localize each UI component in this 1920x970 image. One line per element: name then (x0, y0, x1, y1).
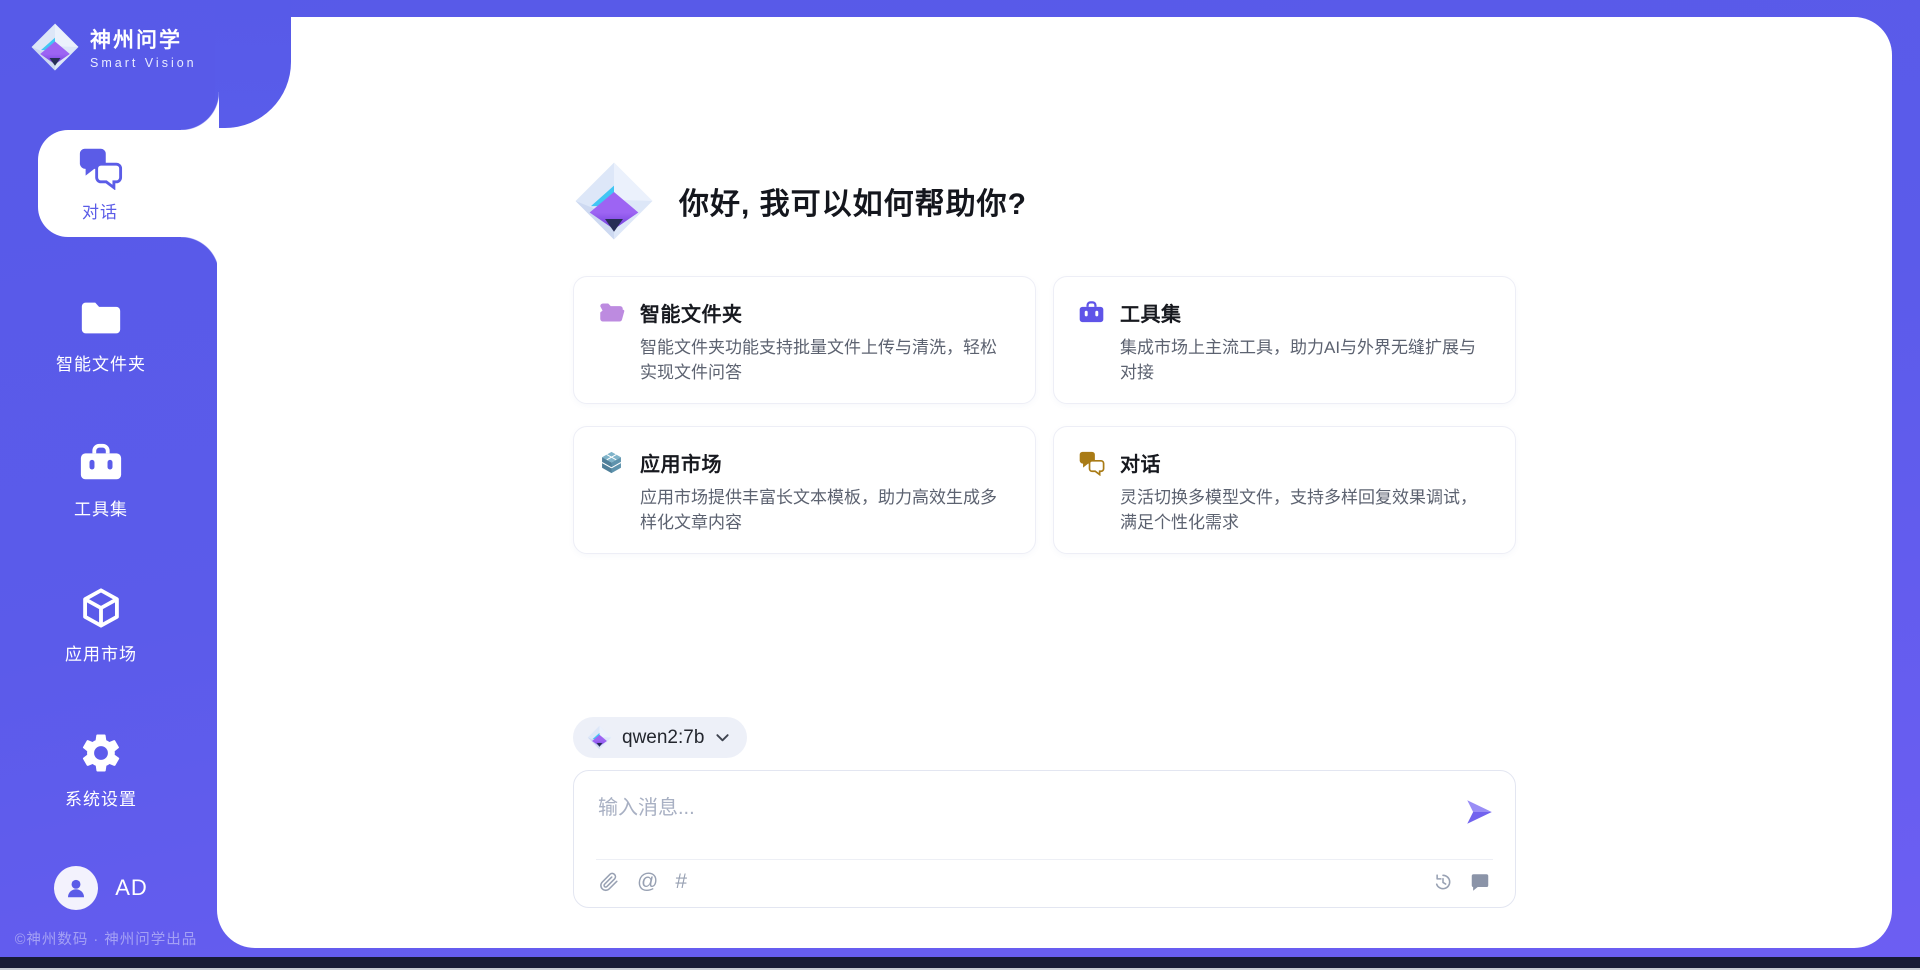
user-profile[interactable]: AD (0, 866, 202, 910)
sidebar-item-label: 应用市场 (65, 640, 137, 665)
card-description: 应用市场提供丰富长文本模板，助力高效生成多样化文章内容 (640, 486, 1011, 535)
card-head: 工具集 (1078, 298, 1491, 327)
toolbox-icon (78, 440, 124, 486)
sidebar-item-settings[interactable]: 系统设置 (0, 730, 202, 810)
sidebar-item-chat-inner: 对话 (38, 144, 162, 223)
bottom-strip (0, 957, 1920, 970)
sidebar-item-toolset[interactable]: 工具集 (0, 440, 202, 520)
sidebar-brand: 神州问学 Smart Vision (30, 22, 197, 72)
brand-logo-icon (30, 22, 80, 72)
user-initials: AD (115, 875, 148, 901)
chat-icon (1078, 449, 1105, 476)
hashtag-icon[interactable]: # (675, 871, 687, 893)
card-description: 集成市场上主流工具，助力AI与外界无缝扩展与对接 (1120, 336, 1491, 385)
brand-name: 神州问学 (90, 24, 197, 54)
person-icon (63, 875, 89, 901)
folder-open-icon (598, 299, 625, 326)
sidebar-item-label: 对话 (82, 198, 118, 223)
composer: @ # (573, 770, 1516, 908)
avatar (54, 866, 98, 910)
card-head: 应用市场 (598, 448, 1011, 477)
copyright: ©神州数码 · 神州问学出品 (0, 928, 212, 949)
card-toolset[interactable]: 工具集 集成市场上主流工具，助力AI与外界无缝扩展与对接 (1053, 276, 1516, 404)
sidebar-item-folders[interactable]: 智能文件夹 (0, 295, 202, 375)
card-description: 灵活切换多模型文件，支持多样回复效果调试，满足个性化需求 (1120, 486, 1491, 535)
sidebar-item-label: 智能文件夹 (56, 350, 146, 375)
gear-icon (78, 730, 124, 776)
card-chat[interactable]: 对话 灵活切换多模型文件，支持多样回复效果调试，满足个性化需求 (1053, 426, 1516, 554)
sidebar-item-label: 系统设置 (65, 785, 137, 810)
feature-cards: 智能文件夹 智能文件夹功能支持批量文件上传与清洗，轻松实现文件问答 工具集 集成… (573, 276, 1516, 554)
card-title: 对话 (1120, 448, 1161, 477)
folder-icon (78, 295, 124, 341)
composer-divider (596, 859, 1493, 860)
sidebar-item-label: 工具集 (74, 495, 128, 520)
greeting-logo-icon (573, 160, 655, 242)
send-icon[interactable] (1463, 796, 1495, 828)
chevron-down-icon (714, 730, 731, 745)
card-app-market[interactable]: 应用市场 应用市场提供丰富长文本模板，助力高效生成多样化文章内容 (573, 426, 1036, 554)
mention-icon[interactable]: @ (637, 871, 658, 893)
app-window: 神州问学 Smart Vision 对话 智能文件夹 工具集 (0, 0, 1920, 970)
card-title: 智能文件夹 (640, 298, 743, 327)
sidebar-item-market[interactable]: 应用市场 (0, 585, 202, 665)
sidebar-item-chat[interactable]: 对话 (38, 130, 219, 237)
card-title: 工具集 (1120, 298, 1182, 327)
composer-tools-left: @ # (598, 871, 687, 893)
composer-tools-right (1432, 871, 1491, 893)
card-smart-folder[interactable]: 智能文件夹 智能文件夹功能支持批量文件上传与清洗，轻松实现文件问答 (573, 276, 1036, 404)
model-selector[interactable]: qwen2:7b (573, 717, 747, 758)
brand-subtitle: Smart Vision (90, 56, 197, 70)
brand-text: 神州问学 Smart Vision (90, 24, 197, 70)
app-market-icon (598, 449, 625, 476)
attach-icon[interactable] (598, 871, 620, 893)
card-head: 智能文件夹 (598, 298, 1011, 327)
greeting: 你好, 我可以如何帮助你? (573, 160, 1027, 242)
card-head: 对话 (1078, 448, 1491, 477)
message-input[interactable] (598, 787, 1438, 829)
greeting-title: 你好, 我可以如何帮助你? (679, 179, 1027, 223)
history-icon[interactable] (1432, 871, 1454, 893)
toolbox-icon (1078, 299, 1105, 326)
chat-bubbles-icon (77, 144, 123, 190)
card-description: 智能文件夹功能支持批量文件上传与清洗，轻松实现文件问答 (640, 336, 1011, 385)
model-name: qwen2:7b (622, 727, 704, 749)
comment-icon[interactable] (1469, 871, 1491, 893)
card-title: 应用市场 (640, 448, 722, 477)
cube-icon (78, 585, 124, 631)
model-logo-icon (587, 725, 612, 750)
